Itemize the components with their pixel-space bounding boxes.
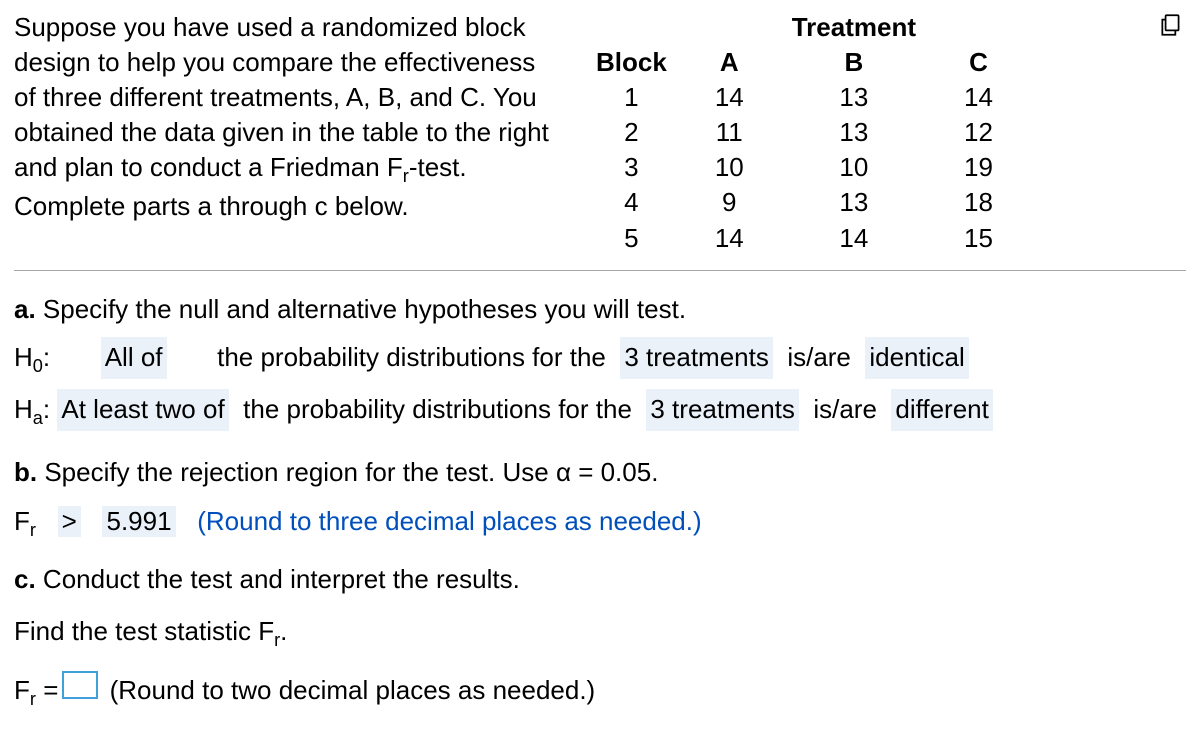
table-row: 3101019: [572, 150, 1017, 185]
table-row: 491318: [572, 185, 1017, 220]
table-row: 1141314: [572, 80, 1017, 115]
table-row: 2111312: [572, 115, 1017, 150]
part-b-text: Specify the rejection region for the tes…: [44, 457, 658, 487]
part-b-label: b.: [14, 457, 37, 487]
fr-symbol: Fr: [14, 506, 36, 541]
fr-value-input[interactable]: [62, 671, 98, 699]
part-b-hint: (Round to three decimal places as needed…: [197, 506, 701, 537]
h0-symbol: H0:: [14, 337, 50, 381]
intro-text: Suppose you have used a randomized block…: [14, 12, 549, 182]
part-a-text: Specify the null and alternative hypothe…: [43, 294, 686, 324]
rejection-operator[interactable]: >: [58, 506, 81, 537]
h0-quantifier[interactable]: All of: [101, 337, 167, 379]
col-B: B: [768, 45, 940, 80]
block-header: Block: [572, 45, 691, 80]
divider: [14, 270, 1186, 271]
h0-row: H0: All of the probability distributions…: [14, 337, 1186, 381]
col-A: A: [691, 45, 768, 80]
part-a: a. Specify the null and alternative hypo…: [14, 289, 1186, 434]
ha-row: Ha: At least two of the probability dist…: [14, 389, 1186, 433]
h0-conclusion[interactable]: identical: [865, 337, 968, 379]
part-c-hint: (Round to two decimal places as needed.): [110, 675, 596, 706]
copy-icon[interactable]: [1158, 12, 1186, 38]
part-c: c. Conduct the test and interpret the re…: [14, 559, 1186, 710]
problem-statement: Suppose you have used a randomized block…: [14, 10, 554, 224]
ha-subject[interactable]: 3 treatments: [646, 389, 799, 431]
rejection-value[interactable]: 5.991: [102, 506, 175, 537]
treatment-header: Treatment: [768, 10, 940, 45]
fr-symbol-2: Fr: [14, 675, 36, 710]
table-row: 5141415: [572, 221, 1017, 256]
part-c-text2: Find the test statistic Fr.: [14, 616, 287, 646]
part-c-text1: Conduct the test and interpret the resul…: [43, 564, 520, 594]
ha-conclusion[interactable]: different: [891, 389, 992, 431]
part-a-label: a.: [14, 294, 36, 324]
part-c-label: c.: [14, 564, 36, 594]
problem-header: Suppose you have used a randomized block…: [14, 10, 1186, 256]
col-C: C: [940, 45, 1017, 80]
data-table: Treatment Block A B C 1141314 2111312 31…: [572, 10, 1017, 256]
part-b: b. Specify the rejection region for the …: [14, 452, 1186, 541]
ha-symbol: Ha:: [14, 389, 50, 433]
h0-subject[interactable]: 3 treatments: [620, 337, 773, 379]
ha-quantifier[interactable]: At least two of: [57, 389, 228, 431]
